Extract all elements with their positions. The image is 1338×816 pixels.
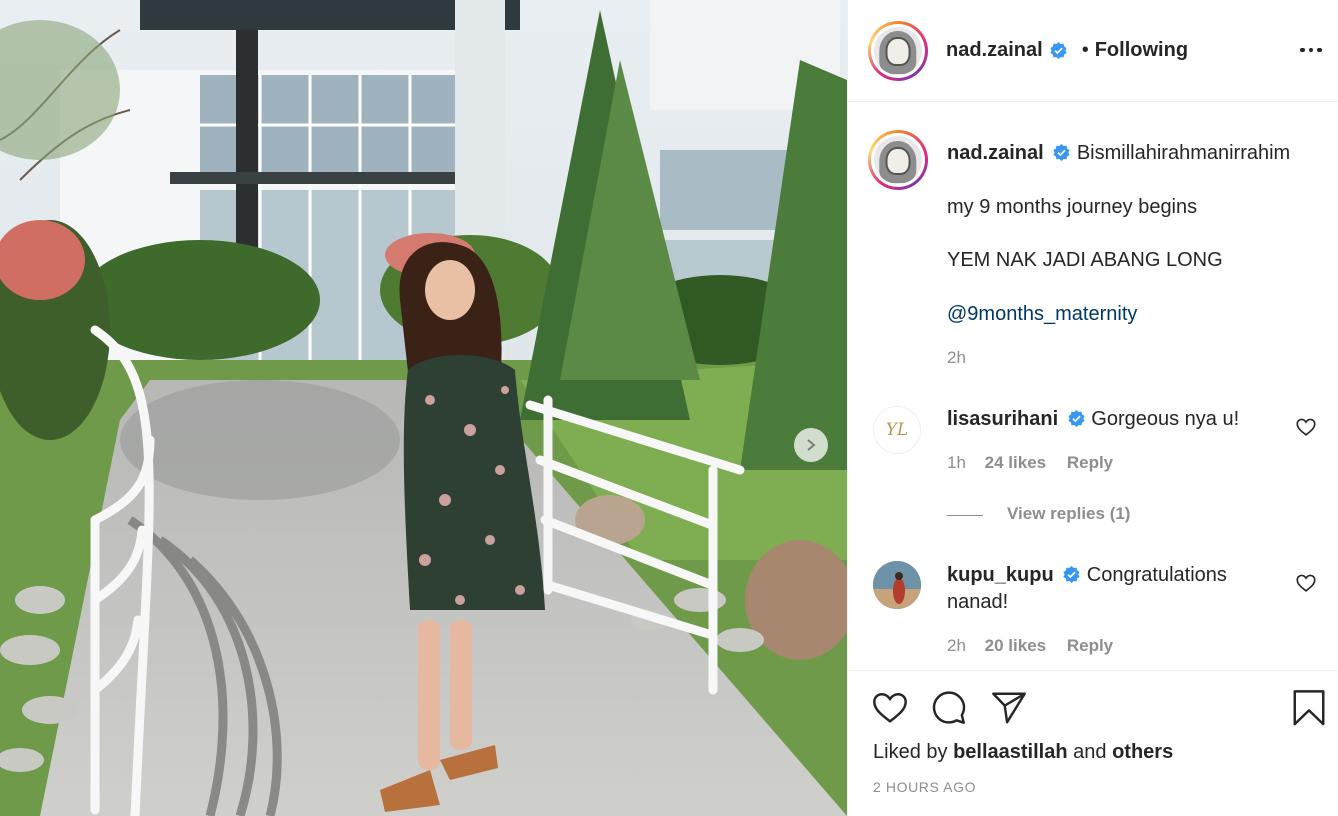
caption-first-line: nad.zainal Bismillahirahmanirrahim	[947, 140, 1290, 167]
next-photo-button[interactable]	[794, 428, 828, 462]
instagram-post: nad.zainal • Following nad.zainal Bismil…	[0, 0, 1338, 816]
comment-time: 1h	[947, 453, 966, 472]
comment-icon[interactable]	[930, 689, 968, 727]
comment-avatar-kupu_kupu[interactable]	[873, 561, 921, 609]
bookmark-icon[interactable]	[1290, 689, 1328, 727]
liked-by-user[interactable]: bellaastillah	[953, 741, 1068, 763]
post-photo[interactable]	[0, 0, 847, 816]
comment-like-heart-icon[interactable]	[1295, 416, 1317, 438]
header-separator: •	[1081, 39, 1089, 61]
view-replies-line	[947, 515, 983, 516]
comment-username[interactable]: kupu_kupu	[947, 564, 1054, 586]
caption-text-line3: YEM NAK JADI ABANG LONG	[947, 249, 1223, 271]
photo-scene	[0, 0, 847, 816]
caption-mention-link[interactable]: @9months_maternity	[947, 301, 1137, 328]
verified-badge-icon	[1063, 565, 1080, 584]
comment-text: Congratulations	[1086, 564, 1227, 586]
verified-badge-icon	[1050, 41, 1067, 60]
view-replies-label: View replies (1)	[1007, 504, 1131, 523]
comment-username[interactable]: lisasurihani	[947, 408, 1058, 430]
comment-body: lisasurihani Gorgeous nya u!	[947, 406, 1239, 433]
following-button[interactable]: Following	[1095, 39, 1188, 62]
liked-by-prefix: Liked by	[873, 741, 948, 763]
more-options-icon[interactable]	[1297, 38, 1325, 62]
liked-by: Liked by bellaastillah and others	[873, 741, 1173, 764]
comment-like-heart-icon[interactable]	[1295, 572, 1317, 594]
post-actions: Liked by bellaastillah and others 2 HOUR…	[848, 670, 1338, 816]
paper-plane-icon[interactable]	[990, 689, 1028, 727]
post-header: nad.zainal • Following	[848, 0, 1338, 102]
liked-by-and: and	[1073, 741, 1107, 763]
avatar-monogram: YL	[885, 420, 909, 440]
comment-avatar-lisasurihani[interactable]: YL	[873, 406, 921, 454]
caption-avatar[interactable]	[868, 130, 928, 190]
comment-likes[interactable]: 24 likes	[985, 453, 1046, 472]
caption-time: 2h	[947, 348, 966, 367]
comment-text-line2: nanad!	[947, 591, 1009, 613]
verified-badge-icon	[1068, 409, 1085, 428]
post-timestamp[interactable]: 2 HOURS AGO	[873, 779, 976, 795]
comment-likes[interactable]: 20 likes	[985, 636, 1046, 655]
author-avatar[interactable]	[868, 20, 928, 81]
reply-button[interactable]: Reply	[1067, 636, 1113, 655]
view-replies-button[interactable]: View replies (1)	[1007, 504, 1130, 524]
avatar-photo	[873, 561, 921, 609]
chevron-right-icon	[807, 439, 816, 451]
heart-icon[interactable]	[871, 689, 909, 727]
verified-badge-icon	[1053, 143, 1070, 162]
comments-list[interactable]: nad.zainal Bismillahirahmanirrahim my 9 …	[848, 103, 1338, 669]
comment-text: Gorgeous nya u!	[1091, 408, 1240, 430]
post-side-panel: nad.zainal • Following nad.zainal Bismil…	[847, 0, 1338, 816]
comment-meta: 2h 20 likes Reply	[947, 636, 1113, 656]
author-username[interactable]: nad.zainal	[946, 39, 1043, 62]
reply-button[interactable]: Reply	[1067, 453, 1113, 472]
comment-time: 2h	[947, 636, 966, 655]
caption-text-line2: my 9 months journey begins	[947, 196, 1198, 218]
caption-username[interactable]: nad.zainal	[947, 142, 1044, 164]
caption-text-line1: Bismillahirahmanirrahim	[1076, 142, 1291, 164]
liked-by-others[interactable]: others	[1112, 741, 1173, 763]
comment-meta: 1h 24 likes Reply	[947, 453, 1113, 473]
comment-body: kupu_kupu Congratulations	[947, 562, 1227, 589]
